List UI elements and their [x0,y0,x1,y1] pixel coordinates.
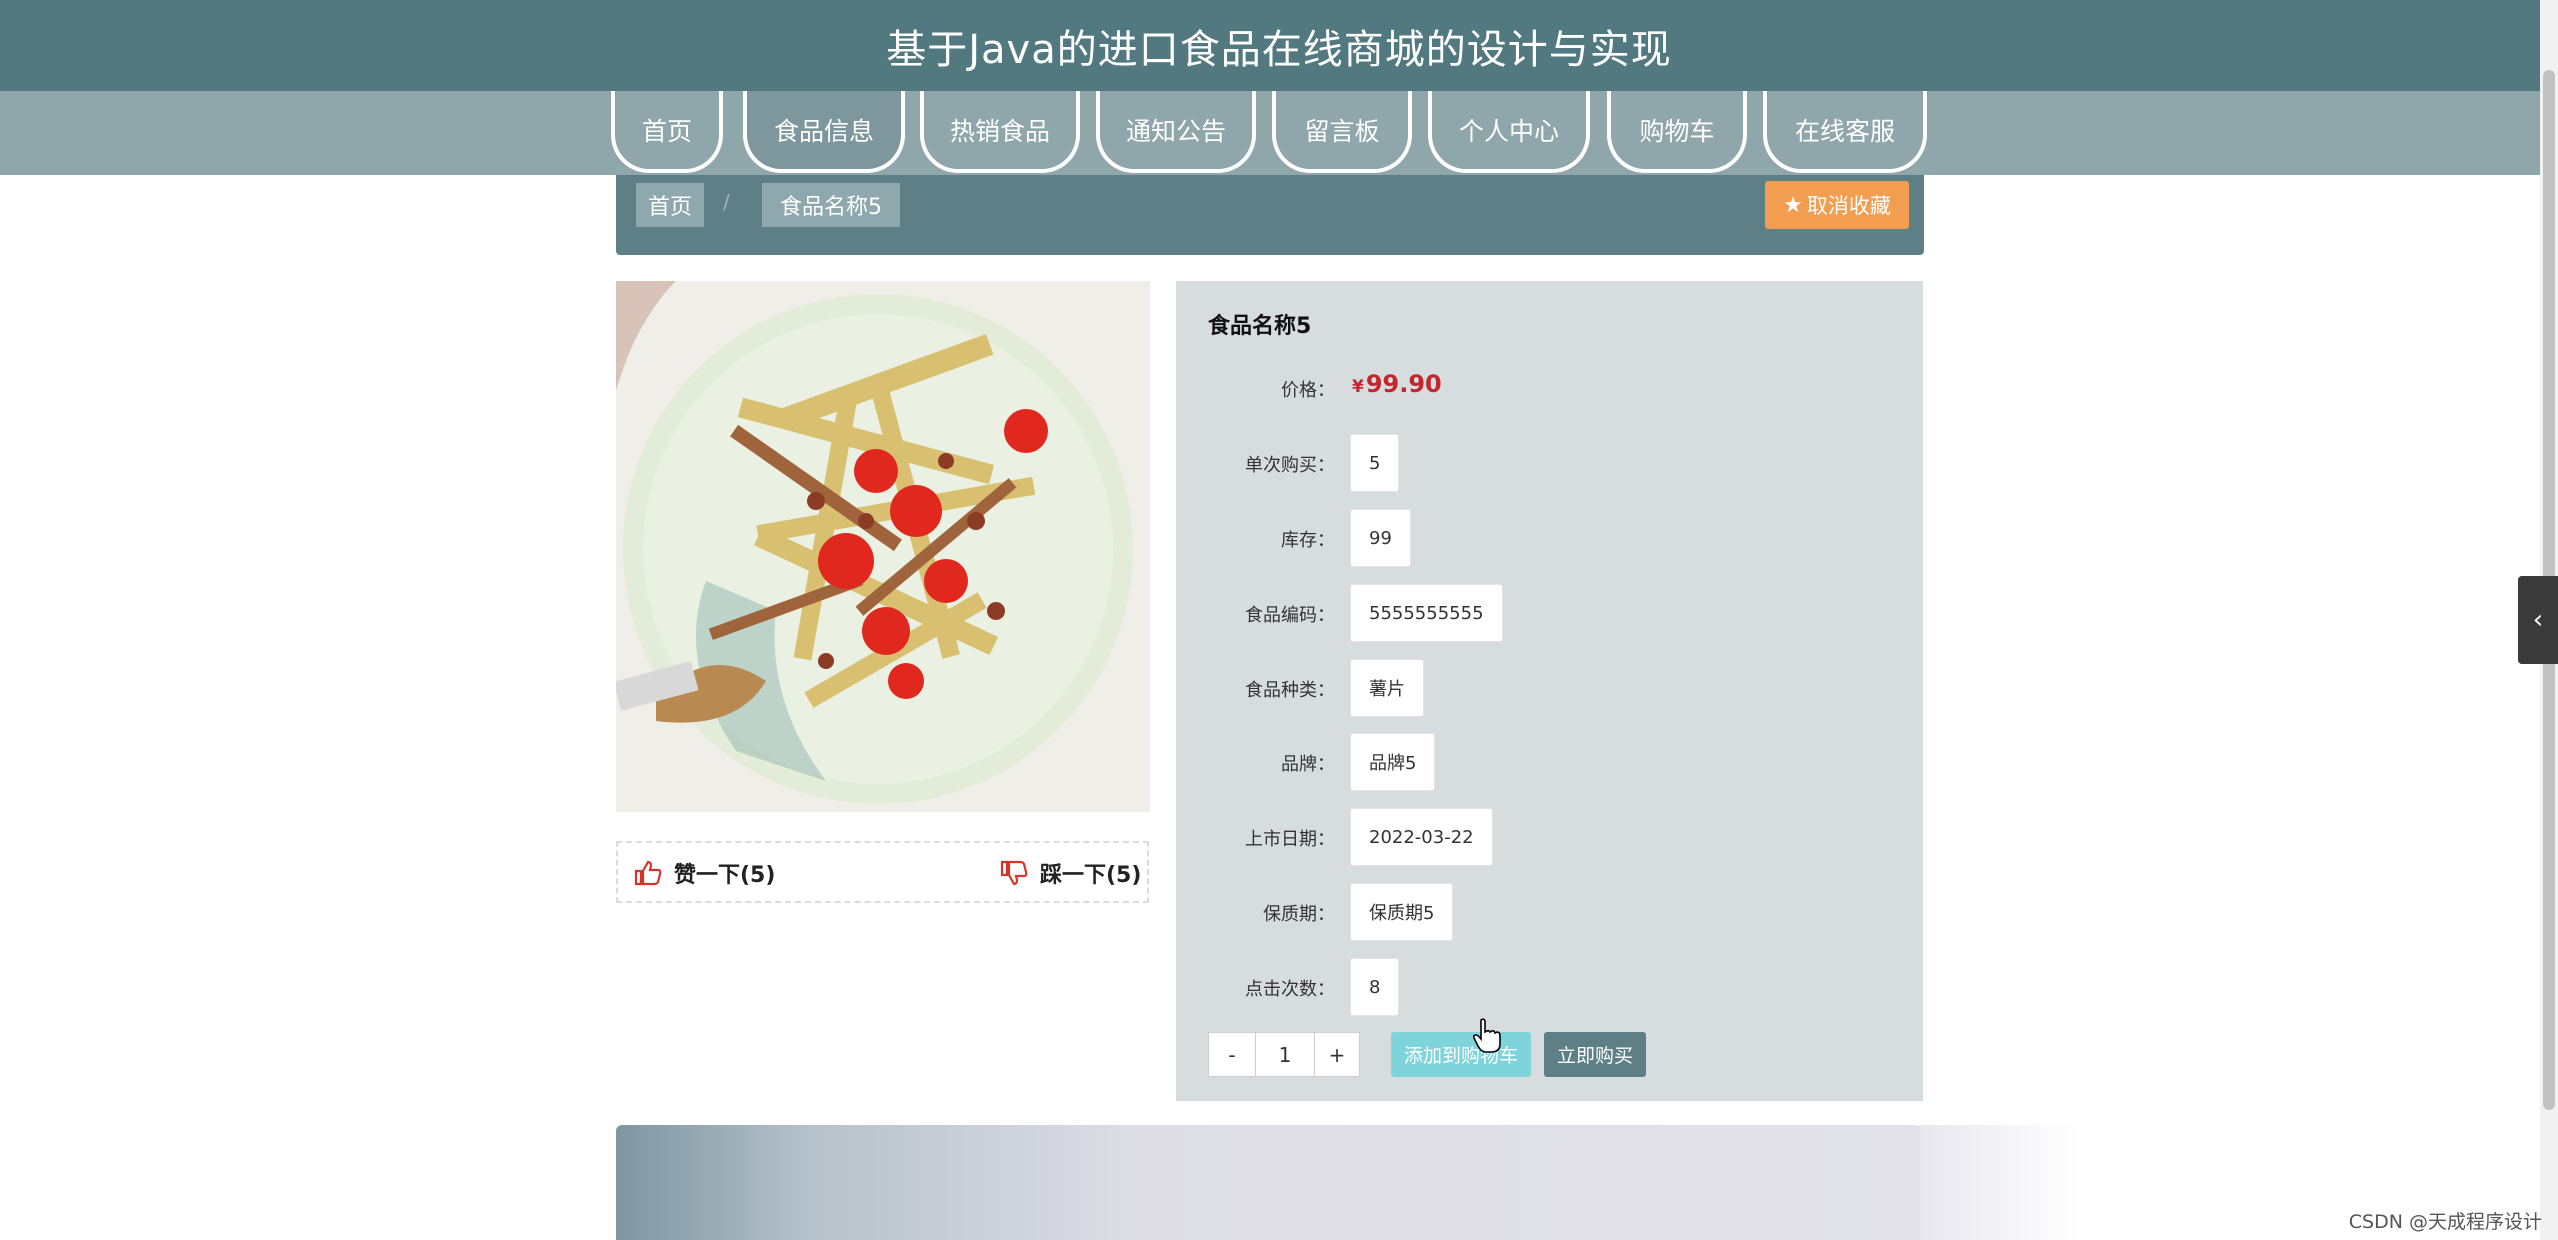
quantity-minus-button[interactable]: - [1208,1032,1256,1077]
field-value-shelf-life: 保质期5 [1350,883,1454,941]
nav-item-home[interactable]: 首页 [611,91,723,173]
nav-item-hot-food[interactable]: 热销食品 [920,91,1080,173]
field-label-food-category: 食品种类： [1245,680,1335,701]
breadcrumb-separator: / [723,190,730,214]
add-to-cart-button[interactable]: 添加到购物车 [1391,1032,1531,1077]
unfavorite-label: 取消收藏 [1806,194,1891,218]
price-value: ¥99.90 [1352,370,1442,398]
nav-item-message-board[interactable]: 留言板 [1272,91,1412,173]
site-header: 基于Java的进口食品在线商城的设计与实现 [0,0,2558,91]
field-value-food-code: 5555555555 [1350,584,1503,642]
price-amount: 99.90 [1365,370,1442,398]
nav-item-user-center[interactable]: 个人中心 [1428,91,1590,173]
field-value-brand: 品牌5 [1350,733,1436,791]
field-label-stock: 库存： [1281,530,1335,551]
field-label-shelf-life: 保质期： [1263,904,1335,925]
field-value-min-purchase: 5 [1350,434,1400,492]
currency-symbol: ¥ [1352,377,1364,397]
dislike-label: 踩一下(5) [1040,863,1142,888]
field-value-food-category: 薯片 [1350,659,1424,717]
nav-item-cart[interactable]: 购物车 [1607,91,1747,173]
side-panel-toggle[interactable]: ‹ [2518,576,2558,664]
nav-item-customer-service[interactable]: 在线客服 [1763,91,1927,173]
dislike-button[interactable]: 踩一下(5) [1000,857,1141,889]
field-value-click-count: 8 [1350,958,1400,1016]
breadcrumb-home[interactable]: 首页 [636,183,704,227]
like-label: 赞一下(5) [674,863,776,888]
thumbs-down-icon [1000,860,1028,886]
field-value-stock: 99 [1350,509,1411,567]
buy-now-button[interactable]: 立即购买 [1544,1032,1646,1077]
nav-item-notices[interactable]: 通知公告 [1096,91,1256,173]
field-value-release-date: 2022-03-22 [1350,808,1493,866]
thumbs-up-icon [634,860,662,886]
like-button[interactable]: 赞一下(5) [634,857,775,889]
field-label-brand: 品牌： [1281,754,1335,775]
nav-item-food-info[interactable]: 食品信息 [743,91,905,173]
bottom-content-panel [616,1125,1922,1240]
vote-box: 赞一下(5) 踩一下(5) [616,841,1149,903]
field-label-food-code: 食品编码： [1245,605,1335,626]
unfavorite-button[interactable]: ★ 取消收藏 [1765,181,1909,229]
quantity-input[interactable]: 1 [1255,1032,1315,1077]
field-label-min-purchase: 单次购买： [1245,455,1335,476]
watermark: CSDN @天成程序设计 [2348,1211,2542,1233]
star-icon: ★ [1783,192,1803,218]
page-root: 基于Java的进口食品在线商城的设计与实现 首页 食品信息 热销食品 通知公告 … [0,0,2558,1240]
field-label-release-date: 上市日期： [1245,829,1335,850]
product-image [616,281,1150,812]
site-title: 基于Java的进口食品在线商城的设计与实现 [886,26,1672,73]
quantity-plus-button[interactable]: + [1314,1032,1360,1077]
product-name: 食品名称5 [1208,314,1312,339]
bottom-fade [1920,1125,2080,1240]
price-label: 价格： [1281,380,1335,401]
breadcrumb-current: 食品名称5 [762,183,900,227]
hand-cursor-icon [1472,1018,1501,1053]
field-label-click-count: 点击次数： [1245,979,1335,1000]
chevron-left-icon: ‹ [2532,605,2544,635]
